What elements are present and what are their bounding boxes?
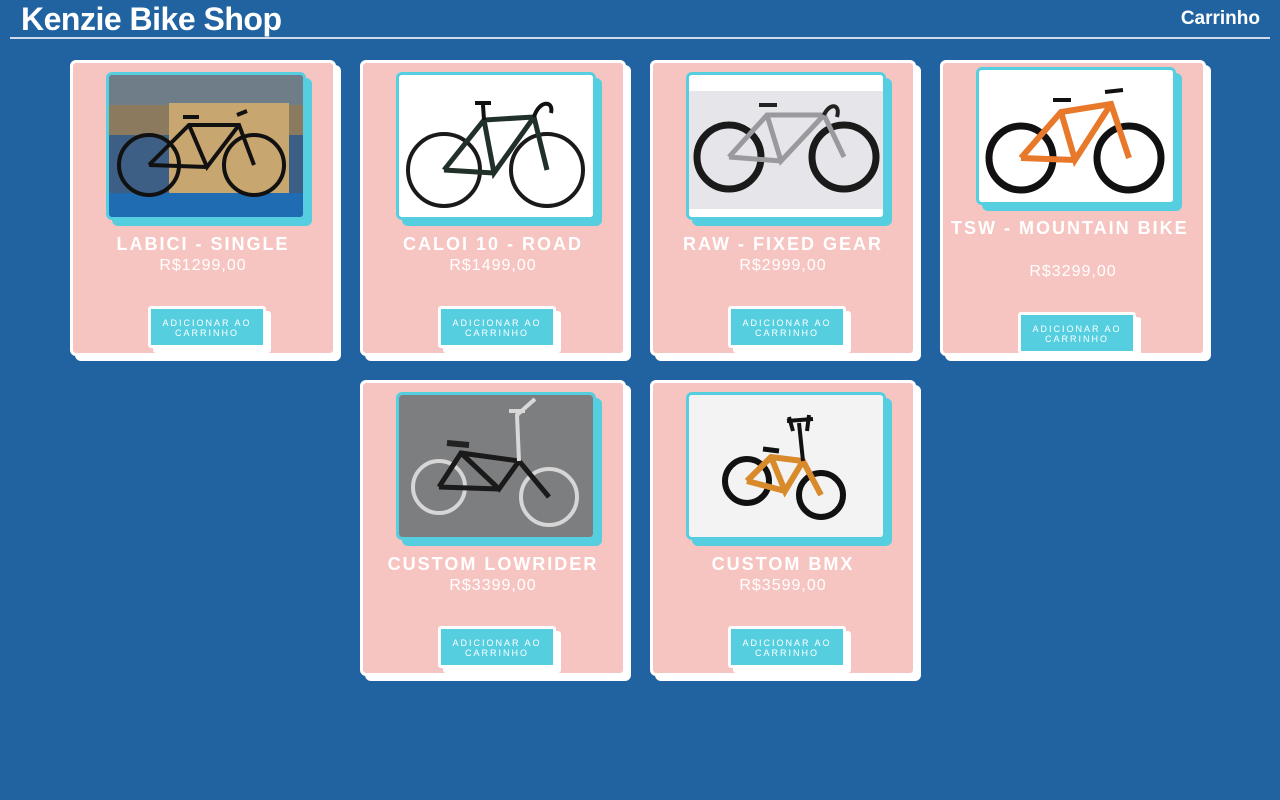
product-price: R$1499,00 xyxy=(449,257,537,274)
product-price: R$1299,00 xyxy=(159,257,247,274)
product-card: LABICI - SINGLE R$1299,00 ADICIONAR AO C… xyxy=(70,60,336,356)
cart-link[interactable]: Carrinho xyxy=(1181,8,1260,30)
product-image xyxy=(686,72,886,220)
product-price: R$3399,00 xyxy=(449,577,537,594)
product-name: RAW - FIXED GEAR xyxy=(682,234,883,254)
product-image xyxy=(976,67,1176,205)
top-bar: Kenzie Bike Shop Carrinho xyxy=(10,0,1270,39)
add-to-cart-button[interactable]: ADICIONAR AO CARRINHO xyxy=(148,306,266,348)
product-image xyxy=(106,72,306,220)
product-name: LABICI - SINGLE xyxy=(116,234,290,254)
add-to-cart-button[interactable]: ADICIONAR AO CARRINHO xyxy=(438,626,556,668)
product-name: CALOI 10 - ROAD xyxy=(402,234,583,254)
add-to-cart-button[interactable]: ADICIONAR AO CARRINHO xyxy=(438,306,556,348)
add-to-cart-button[interactable]: ADICIONAR AO CARRINHO xyxy=(728,626,846,668)
product-price: R$3299,00 xyxy=(1029,263,1117,280)
product-card: CUSTOM LOWRIDER R$3399,00 ADICIONAR AO C… xyxy=(360,380,626,676)
product-card: TSW - MOUNTAIN BIKE R$3299,00 ADICIONAR … xyxy=(940,60,1206,356)
product-name: CUSTOM BMX xyxy=(711,554,855,574)
product-name: CUSTOM LOWRIDER xyxy=(387,554,599,574)
product-price: R$3599,00 xyxy=(739,577,827,594)
product-card: CUSTOM BMX R$3599,00 ADICIONAR AO CARRIN… xyxy=(650,380,916,676)
product-price: R$2999,00 xyxy=(739,257,827,274)
product-image xyxy=(396,392,596,540)
product-card: RAW - FIXED GEAR R$2999,00 ADICIONAR AO … xyxy=(650,60,916,356)
shop-title: Kenzie Bike Shop xyxy=(21,1,282,37)
product-card: CALOI 10 - ROAD R$1499,00 ADICIONAR AO C… xyxy=(360,60,626,356)
add-to-cart-button[interactable]: ADICIONAR AO CARRINHO xyxy=(728,306,846,348)
product-image xyxy=(686,392,886,540)
product-image xyxy=(396,72,596,220)
product-name: TSW - MOUNTAIN BIKE xyxy=(951,218,1189,238)
add-to-cart-button[interactable]: ADICIONAR AO CARRINHO xyxy=(1018,312,1136,354)
